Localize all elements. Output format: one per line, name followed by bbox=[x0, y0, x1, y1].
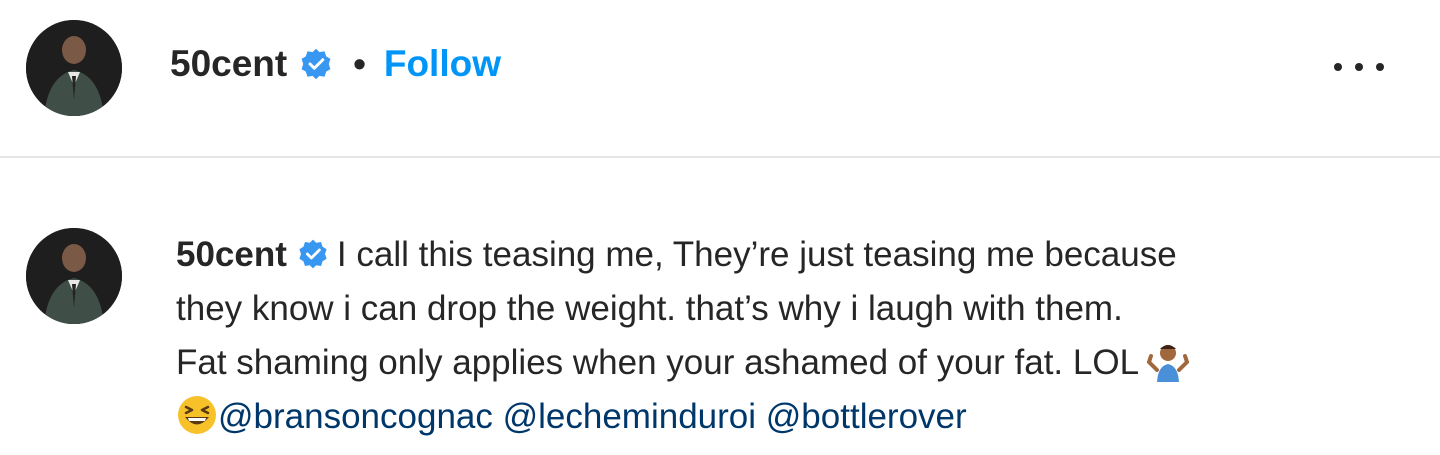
more-dot bbox=[1334, 63, 1342, 71]
post-header: 50cent • Follow bbox=[0, 0, 1440, 158]
follow-button[interactable]: Follow bbox=[384, 43, 501, 85]
caption-avatar[interactable] bbox=[26, 228, 122, 324]
caption-text-line-3: Fat shaming only applies when your asham… bbox=[176, 343, 1138, 382]
more-options-icon[interactable] bbox=[1334, 55, 1384, 79]
more-dot bbox=[1376, 63, 1384, 71]
mention-link-lecheminduroi[interactable]: @lecheminduroi bbox=[503, 397, 756, 436]
username-link[interactable]: 50cent bbox=[170, 43, 287, 85]
mention-link-bransoncognac[interactable]: @bransoncognac bbox=[218, 397, 493, 436]
caption-line: 50cent I call this teasing me, They’re ju… bbox=[176, 228, 1416, 282]
shrug-emoji-icon bbox=[1147, 340, 1190, 382]
verified-badge-icon bbox=[297, 238, 329, 270]
verified-badge-icon bbox=[299, 47, 333, 81]
caption-text-line-2: they know i can drop the weight. that’s … bbox=[176, 289, 1123, 328]
caption-line: Fat shaming only applies when your asham… bbox=[176, 336, 1416, 390]
profile-avatar[interactable] bbox=[26, 20, 122, 116]
caption-text-line-1: I call this teasing me, They’re just tea… bbox=[336, 235, 1177, 274]
caption-text: 50cent I call this teasing me, They’re ju… bbox=[176, 228, 1416, 444]
avatar-photo-icon bbox=[26, 228, 122, 324]
grinning-squinting-emoji-icon bbox=[176, 394, 218, 436]
caption-username-link[interactable]: 50cent bbox=[176, 235, 287, 274]
more-dot bbox=[1355, 63, 1363, 71]
header-user-row: 50cent • Follow bbox=[170, 38, 501, 90]
avatar-photo-icon bbox=[26, 20, 122, 116]
separator-dot: • bbox=[353, 43, 366, 84]
caption-line: @bransoncognac @lecheminduroi @bottlerov… bbox=[176, 390, 1416, 444]
mention-link-bottlerover[interactable]: @bottlerover bbox=[766, 397, 967, 436]
